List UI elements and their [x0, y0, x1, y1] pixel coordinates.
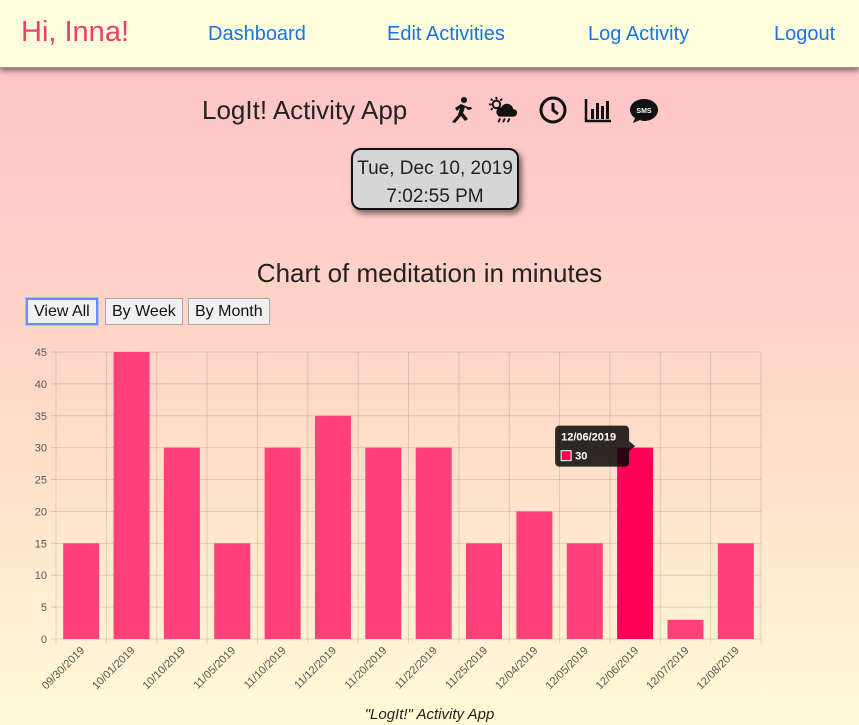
bar [516, 511, 553, 639]
nav-link-log-activity[interactable]: Log Activity [588, 23, 689, 46]
bar [466, 543, 503, 639]
navbar: Hi, Inna! Dashboard Edit Activities Log … [0, 0, 859, 68]
clock-icon [539, 96, 567, 124]
datetime-display: Tue, Dec 10, 2019 7:02:55 PM [351, 148, 519, 210]
y-tick-label: 45 [35, 347, 47, 359]
bar [717, 543, 754, 639]
bar [314, 415, 351, 639]
current-date: Tue, Dec 10, 2019 [357, 158, 513, 179]
x-tick-label: 11/20/2019 [343, 645, 390, 692]
x-tick-label: 11/25/2019 [443, 645, 490, 692]
y-tick-label: 35 [35, 411, 47, 423]
tooltip-date: 12/06/2019 [561, 432, 616, 444]
greeting: Hi, Inna! [21, 16, 129, 48]
nav-link-logout[interactable]: Logout [774, 23, 835, 46]
bar [214, 543, 251, 639]
x-tick-label: 11/12/2019 [292, 645, 339, 692]
bar [63, 543, 100, 639]
y-tick-label: 30 [35, 443, 47, 455]
x-tick-label: 11/22/2019 [393, 645, 440, 692]
weather-icon [488, 96, 518, 123]
app-title: LogIt! Activity App [202, 95, 408, 125]
bar [264, 447, 301, 639]
y-tick-label: 5 [41, 602, 47, 614]
x-tick-label: 12/05/2019 [543, 645, 590, 692]
view-all-button[interactable]: View All [25, 297, 99, 326]
bar [113, 352, 150, 639]
bar [415, 447, 452, 639]
chart-title: Chart of meditation in minutes [256, 258, 603, 288]
by-week-button[interactable]: By Week [105, 298, 183, 325]
x-tick-label: 10/10/2019 [141, 645, 188, 692]
tooltip-swatch [560, 450, 572, 462]
running-icon [452, 97, 472, 123]
bar [667, 619, 704, 639]
y-tick-label: 40 [35, 379, 47, 391]
x-tick-label: 12/08/2019 [695, 645, 742, 692]
bar [365, 447, 402, 639]
current-time: 7:02:55 PM [386, 186, 484, 207]
meditation-bar-chart: 0 5 10 15 20 25 30 35 40 45 09/30/2019 10/01/2019 10… [35, 347, 762, 692]
x-tick-label: 12/04/2019 [493, 645, 540, 692]
y-tick-label: 0 [41, 634, 47, 646]
x-tick-label: 10/01/2019 [90, 645, 137, 692]
footer: "LogIt!" Activity App [364, 706, 495, 723]
x-tick-label: 12/06/2019 [594, 645, 641, 692]
sms-icon: SMS [630, 99, 658, 123]
svg-text:SMS: SMS [636, 108, 652, 115]
bar [566, 543, 603, 639]
tooltip-value: 30 [575, 451, 587, 463]
y-tick-label: 15 [35, 538, 47, 550]
bar [163, 447, 200, 639]
x-tick-label: 11/10/2019 [242, 645, 289, 692]
nav-link-dashboard[interactable]: Dashboard [208, 23, 306, 46]
chart-icon [584, 99, 611, 123]
by-month-button[interactable]: By Month [188, 298, 270, 325]
y-tick-label: 10 [35, 570, 47, 582]
bar [617, 447, 654, 639]
y-tick-label: 20 [35, 506, 47, 518]
x-tick-label: 11/05/2019 [192, 645, 239, 692]
y-tick-label: 25 [35, 475, 47, 487]
x-tick-label: 09/30/2019 [40, 645, 87, 692]
nav-link-edit-activities[interactable]: Edit Activities [387, 23, 505, 46]
x-tick-label: 12/07/2019 [644, 645, 691, 692]
